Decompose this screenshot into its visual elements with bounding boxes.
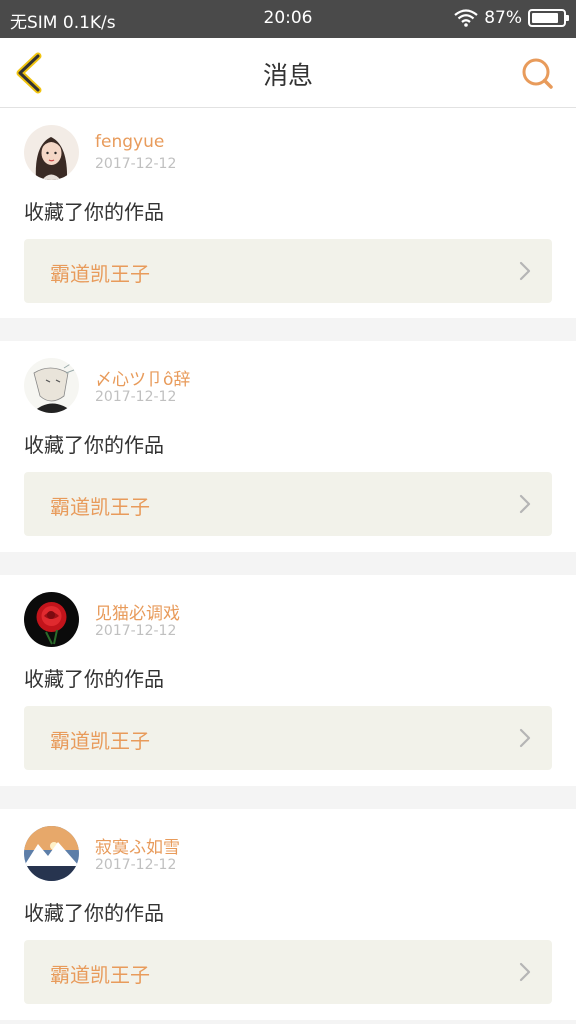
username[interactable]: 见猫必调戏	[95, 599, 180, 624]
username[interactable]: 〆心ツ卩ô辞	[95, 365, 190, 390]
status-bar: 无SIM 0.1K/s 20:06 87%	[0, 0, 576, 38]
battery-fill	[532, 13, 559, 23]
status-right: 87%	[454, 8, 569, 28]
search-icon[interactable]	[520, 56, 556, 92]
username[interactable]: 寂寞ふ如雪	[95, 833, 180, 858]
battery-percent: 87%	[484, 8, 522, 28]
chevron-right-icon	[519, 962, 531, 982]
message-date: 2017-12-12	[95, 857, 177, 873]
username[interactable]: fengyue	[95, 132, 164, 152]
sketch-portrait-avatar[interactable]	[24, 358, 79, 413]
battery-icon	[528, 9, 569, 27]
message-date: 2017-12-12	[95, 623, 177, 639]
work-title: 霸道凯王子	[50, 729, 150, 753]
message-date: 2017-12-12	[95, 156, 177, 172]
message-card: 〆心ツ卩ô辞 2017-12-12 收藏了你的作品 霸道凯王子	[0, 341, 576, 552]
mountain-sunset-avatar[interactable]	[24, 826, 79, 881]
chevron-right-icon	[519, 494, 531, 514]
work-title: 霸道凯王子	[50, 262, 150, 286]
work-title: 霸道凯王子	[50, 495, 150, 519]
message-card: fengyue 2017-12-12 收藏了你的作品 霸道凯王子	[0, 108, 576, 318]
action-text: 收藏了你的作品	[24, 200, 164, 224]
action-text: 收藏了你的作品	[24, 901, 164, 925]
nav-bar: 消息	[0, 38, 576, 108]
message-card: 见猫必调戏 2017-12-12 收藏了你的作品 霸道凯王子	[0, 575, 576, 786]
girl-portrait-avatar[interactable]	[24, 125, 79, 180]
page-title: 消息	[262, 61, 313, 90]
work-link-button[interactable]: 霸道凯王子	[24, 239, 552, 303]
red-rose-avatar[interactable]	[24, 592, 79, 647]
action-text: 收藏了你的作品	[24, 433, 164, 457]
action-text: 收藏了你的作品	[24, 667, 164, 691]
work-link-button[interactable]: 霸道凯王子	[24, 706, 552, 770]
message-card: 寂寞ふ如雪 2017-12-12 收藏了你的作品 霸道凯王子	[0, 809, 576, 1020]
work-link-button[interactable]: 霸道凯王子	[24, 940, 552, 1004]
chevron-right-icon	[519, 261, 531, 281]
message-list: fengyue 2017-12-12 收藏了你的作品 霸道凯王子 〆心ツ卩ô辞 …	[0, 108, 576, 1024]
wifi-icon	[454, 9, 478, 27]
work-title: 霸道凯王子	[50, 963, 150, 987]
chevron-right-icon	[519, 728, 531, 748]
work-link-button[interactable]: 霸道凯王子	[24, 472, 552, 536]
message-date: 2017-12-12	[95, 389, 177, 405]
